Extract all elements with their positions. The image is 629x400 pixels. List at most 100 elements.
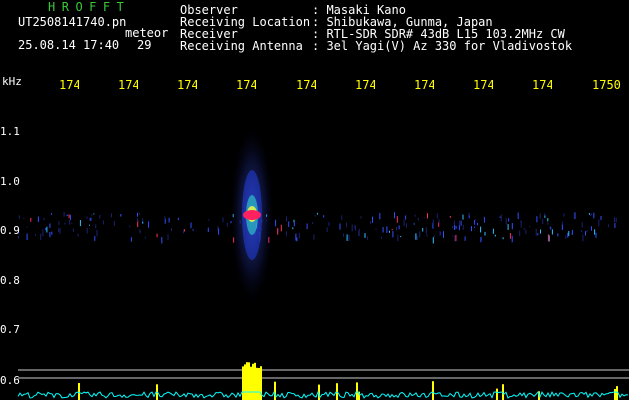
noise-pixel xyxy=(64,222,66,225)
noise-pixel xyxy=(523,228,525,230)
noise-pixel xyxy=(35,233,36,236)
noise-pixel xyxy=(23,217,25,219)
noise-pixel xyxy=(26,226,28,228)
noise-pixel xyxy=(372,216,373,223)
noise-pixel xyxy=(508,218,510,222)
noise-pixel xyxy=(432,237,434,244)
noise-pixel xyxy=(156,233,158,238)
spectrum-peak xyxy=(252,363,254,400)
brand-title: HROFFT xyxy=(48,0,131,14)
noise-pixel xyxy=(614,217,615,223)
noise-pixel xyxy=(551,229,553,235)
noise-pixel xyxy=(586,230,588,233)
noise-pixel xyxy=(354,225,356,231)
time-tick-label: 174 xyxy=(296,78,316,92)
noise-pixel xyxy=(544,213,546,216)
noise-pixel xyxy=(591,226,592,231)
noise-pixel xyxy=(164,216,166,220)
echo-count-label: 29 xyxy=(137,38,152,52)
noise-pixel xyxy=(364,233,366,238)
noise-pixel xyxy=(218,228,220,235)
noise-pixel xyxy=(607,224,609,228)
noise-pixel xyxy=(69,220,71,225)
waterfall-screen: HROFFT UT2508141740.pn 25.08.14 17:40 me… xyxy=(0,0,629,400)
noise-pixel xyxy=(49,223,51,228)
filename-label: UT2508141740.pn xyxy=(18,15,127,29)
noise-pixel xyxy=(30,217,32,222)
noise-pixel xyxy=(190,222,192,229)
noise-pixel xyxy=(416,236,418,241)
noise-pixel xyxy=(277,228,279,235)
noise-pixel xyxy=(58,228,60,233)
noise-pixel xyxy=(563,213,565,217)
noise-pixel xyxy=(449,216,451,218)
noise-pixel xyxy=(483,216,485,223)
noise-pixel xyxy=(398,225,400,230)
time-tick-label: 174 xyxy=(118,78,138,92)
noise-pixel xyxy=(312,222,314,224)
noise-pixel xyxy=(547,222,549,225)
noise-pixel xyxy=(509,233,511,239)
meteor-echo xyxy=(230,125,274,305)
noise-pixel xyxy=(427,213,428,219)
datetime-label: 25.08.14 17:40 xyxy=(18,38,120,52)
noise-pixel xyxy=(484,231,486,236)
noise-pixel xyxy=(502,237,504,240)
noise-pixel xyxy=(346,234,348,241)
noise-pixel xyxy=(505,218,507,225)
noise-pixel xyxy=(561,221,563,225)
noise-pixel xyxy=(99,215,101,219)
noise-pixel xyxy=(120,214,122,217)
noise-pixel xyxy=(600,216,602,221)
freq-tick-label: 0.9 xyxy=(0,224,20,237)
spectrum-peak xyxy=(356,382,358,400)
noise-pixel xyxy=(413,223,415,225)
spectrum-peak xyxy=(78,383,80,400)
noise-pixel xyxy=(207,227,209,232)
noise-pixel xyxy=(480,226,482,233)
noise-pixel xyxy=(67,214,69,216)
noise-pixel xyxy=(519,230,521,237)
noise-pixel xyxy=(432,219,434,225)
noise-pixel xyxy=(316,212,318,215)
noise-pixel xyxy=(462,224,464,230)
noise-pixel xyxy=(452,235,454,237)
noise-pixel xyxy=(142,221,144,224)
noise-pixel xyxy=(72,228,74,232)
noise-pixel xyxy=(382,227,384,233)
noise-pixel xyxy=(468,212,470,216)
noise-pixel xyxy=(139,229,141,232)
noise-pixel xyxy=(426,234,428,237)
noise-pixel xyxy=(77,233,79,237)
time-tick-label: 1750 xyxy=(592,78,621,92)
noise-pixel xyxy=(593,212,595,219)
freq-tick-label: 1.1 xyxy=(0,125,20,138)
noise-pixel xyxy=(423,217,425,219)
noise-pixel xyxy=(540,229,541,234)
noise-pixel xyxy=(184,229,185,232)
noise-pixel xyxy=(93,213,95,215)
noise-pixel xyxy=(226,222,228,227)
noise-pixel xyxy=(471,226,472,232)
noise-pixel xyxy=(422,228,424,232)
noise-pixel xyxy=(110,213,112,218)
noise-pixel xyxy=(406,223,407,228)
noise-pixel xyxy=(454,235,456,242)
noise-pixel xyxy=(59,227,61,235)
time-tick-label: 174 xyxy=(473,78,493,92)
noise-pixel xyxy=(71,222,73,225)
spectrum-peak xyxy=(248,362,250,400)
spectrum-peak xyxy=(432,381,434,400)
noise-pixel xyxy=(280,224,282,232)
spectrum-peak xyxy=(258,368,260,400)
noise-pixel xyxy=(91,214,93,216)
noise-pixel xyxy=(511,235,513,243)
noise-pixel xyxy=(351,224,353,232)
noise-pixel xyxy=(46,226,48,233)
noise-pixel xyxy=(95,224,97,229)
noise-pixel xyxy=(386,226,388,233)
noise-pixel xyxy=(66,214,68,217)
noise-pixel xyxy=(397,234,399,242)
noise-pixel xyxy=(79,220,81,227)
noise-pixel xyxy=(358,228,360,236)
